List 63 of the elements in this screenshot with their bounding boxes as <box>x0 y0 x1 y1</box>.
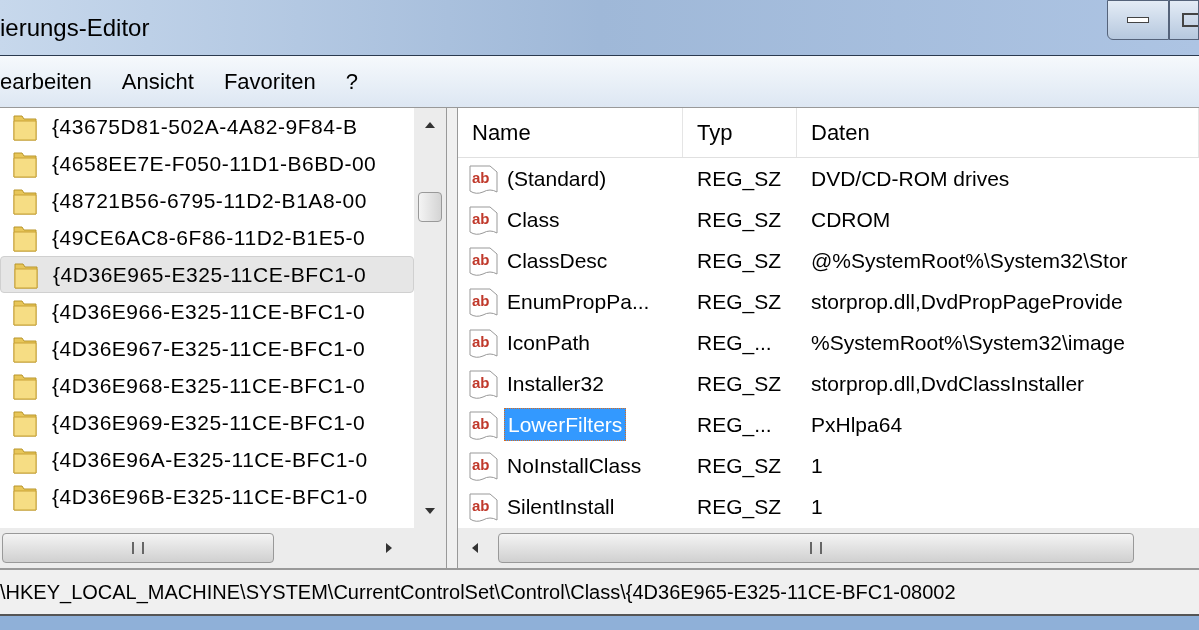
horizontal-scrollbar[interactable] <box>458 528 1199 568</box>
value-type: REG_... <box>696 411 773 439</box>
value-data: CDROM <box>810 206 891 233</box>
scroll-thumb[interactable] <box>418 192 442 222</box>
value-name[interactable]: Class <box>504 203 563 236</box>
value-name[interactable]: (Standard) <box>504 162 610 195</box>
tree-item[interactable]: {4D36E965-E325-11CE-BFC1-0 <box>0 256 414 293</box>
string-value-icon: ab <box>468 449 500 482</box>
window-title: ierungs-Editor <box>0 12 150 43</box>
value-type: REG_... <box>696 329 773 357</box>
value-name[interactable]: Installer32 <box>504 367 607 400</box>
value-data: storprop.dll,DvdPropPageProvide <box>810 288 1123 315</box>
tree-item[interactable]: {4D36E96A-E325-11CE-BFC1-0 <box>0 441 414 478</box>
tree-item[interactable]: {43675D81-502A-4A82-9F84-B <box>0 108 414 145</box>
value-data: PxHlpa64 <box>810 411 903 438</box>
value-name[interactable]: EnumPropPa... <box>504 285 653 318</box>
vertical-scrollbar[interactable] <box>414 108 446 528</box>
string-value-icon: ab <box>468 408 500 441</box>
column-header[interactable]: Typ <box>683 108 797 157</box>
value-data: %SystemRoot%\System32\image <box>810 329 1125 356</box>
value-data: 1 <box>810 452 823 479</box>
menu-item[interactable]: ? <box>345 65 358 98</box>
string-value-icon: ab <box>468 326 500 359</box>
value-data: storprop.dll,DvdClassInstaller <box>810 370 1085 397</box>
tree-item[interactable]: {48721B56-6795-11D2-B1A8-00 <box>0 182 414 219</box>
column-header[interactable]: Daten <box>797 108 1199 157</box>
tree-item[interactable]: {4658EE7E-F050-11D1-B6BD-00 <box>0 145 414 182</box>
value-name[interactable]: ClassDesc <box>504 244 611 277</box>
menu-item[interactable]: earbeiten <box>0 65 92 98</box>
column-header[interactable]: Name <box>458 108 683 157</box>
string-value-icon: ab <box>468 244 500 277</box>
menu-item[interactable]: Favoriten <box>223 65 316 98</box>
value-type: REG_SZ <box>696 247 783 275</box>
horizontal-scrollbar[interactable] <box>0 528 446 568</box>
tree-item[interactable]: {4D36E969-E325-11CE-BFC1-0 <box>0 404 414 441</box>
value-type: REG_SZ <box>696 370 783 398</box>
value-name[interactable]: NoInstallClass <box>504 449 645 482</box>
minimize-button[interactable] <box>1107 0 1169 40</box>
tree-item[interactable]: {4D36E967-E325-11CE-BFC1-0 <box>0 330 414 367</box>
value-type: REG_SZ <box>696 493 783 521</box>
value-type: REG_SZ <box>696 165 783 193</box>
value-data: @%SystemRoot%\System32\Stor <box>810 247 1128 274</box>
value-type: REG_SZ <box>696 288 783 316</box>
string-value-icon: ab <box>468 490 500 523</box>
string-value-icon: ab <box>468 285 500 318</box>
tree-item[interactable]: {4D36E968-E325-11CE-BFC1-0 <box>0 367 414 404</box>
tree-item[interactable]: {4D36E966-E325-11CE-BFC1-0 <box>0 293 414 330</box>
value-data: DVD/CD-ROM drives <box>810 165 1010 192</box>
value-type: REG_SZ <box>696 452 783 480</box>
scroll-thumb[interactable] <box>2 533 274 563</box>
string-value-icon: ab <box>468 367 500 400</box>
scroll-thumb[interactable] <box>498 533 1134 563</box>
menu-item[interactable]: Ansicht <box>121 65 194 98</box>
string-value-icon: ab <box>468 203 500 236</box>
tree-item[interactable]: {49CE6AC8-6F86-11D2-B1E5-0 <box>0 219 414 256</box>
maximize-button[interactable] <box>1169 0 1199 40</box>
string-value-icon: ab <box>468 162 500 195</box>
value-type: REG_SZ <box>696 206 783 234</box>
value-data: 1 <box>810 493 823 520</box>
value-name[interactable]: SilentInstall <box>504 490 618 523</box>
key-path: \HKEY_LOCAL_MACHINE\SYSTEM\CurrentControlSet\Control\Class\{4D36E965-E325-11CE-BFC1-08002 <box>0 580 956 606</box>
tree-item[interactable]: {4D36E96B-E325-11CE-BFC1-0 <box>0 478 414 515</box>
value-name[interactable]: IconPath <box>504 326 593 359</box>
